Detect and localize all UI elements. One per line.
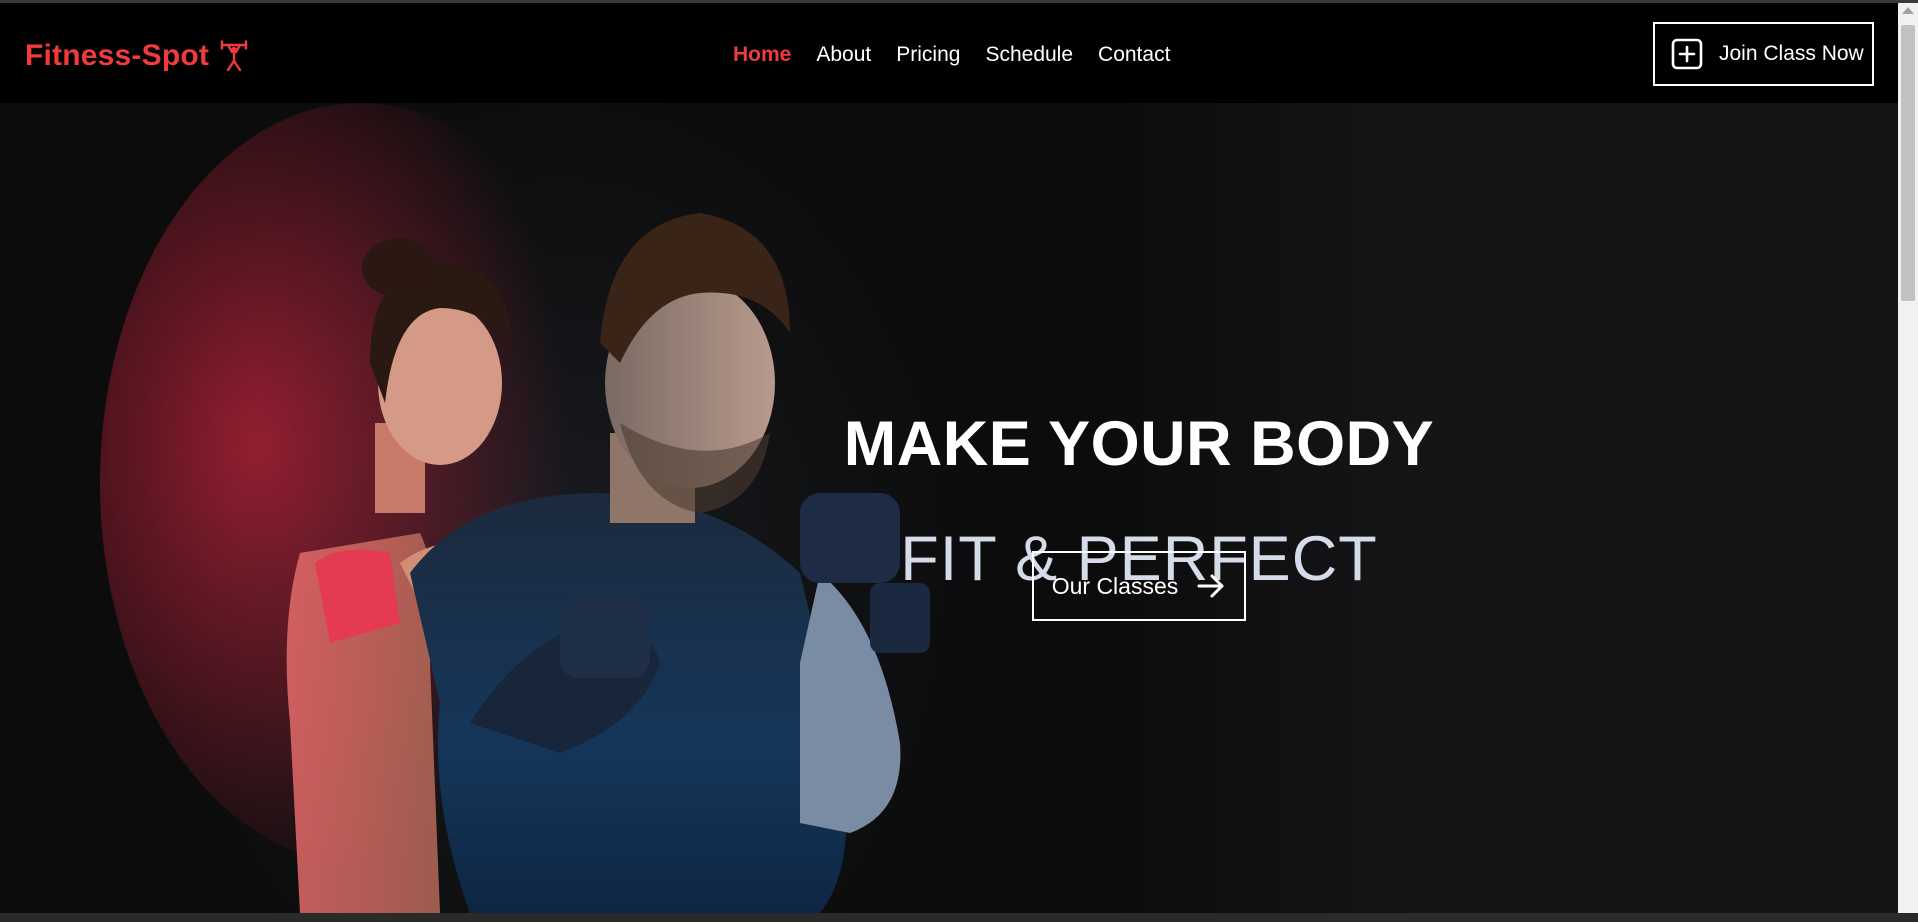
navbar: Fitness-Spot Home About Pricing Schedule… [0,3,1898,103]
scrollbar-thumb[interactable] [1901,25,1915,301]
arrow-right-icon [1196,571,1226,601]
hero-section: MAKE YOUR BODY FIT & PERFECT Our Classes [0,103,1898,913]
main-nav: Home About Pricing Schedule Contact [733,43,1170,67]
nav-home-link[interactable]: Home [733,43,791,67]
hero-background-shade [1100,103,1898,913]
brand-name[interactable]: Fitness-Spot [25,39,209,73]
nav-pricing-link[interactable]: Pricing [896,43,960,67]
nav-about-link[interactable]: About [816,43,871,67]
nav-schedule-link[interactable]: Schedule [985,43,1073,67]
our-classes-button[interactable]: Our Classes [1032,551,1246,621]
page: Fitness-Spot Home About Pricing Schedule… [0,0,1918,922]
our-classes-label: Our Classes [1051,572,1179,599]
weightlifter-icon [219,40,249,72]
plus-square-icon [1671,38,1703,70]
scroll-up-arrow-icon[interactable] [1902,7,1914,14]
hero-headline: MAKE YOUR BODY [843,409,1435,479]
join-class-label: Join Class Now [1719,42,1864,65]
brand-logo[interactable]: Fitness-Spot [25,39,249,73]
vertical-scrollbar[interactable] [1898,3,1918,913]
nav-contact-link[interactable]: Contact [1098,43,1170,67]
join-class-button[interactable]: Join Class Now [1653,22,1874,86]
window-bottom-border [0,913,1918,922]
hero-photo [100,103,930,913]
hero-subheadline: FIT & PERFECT [900,524,1378,594]
